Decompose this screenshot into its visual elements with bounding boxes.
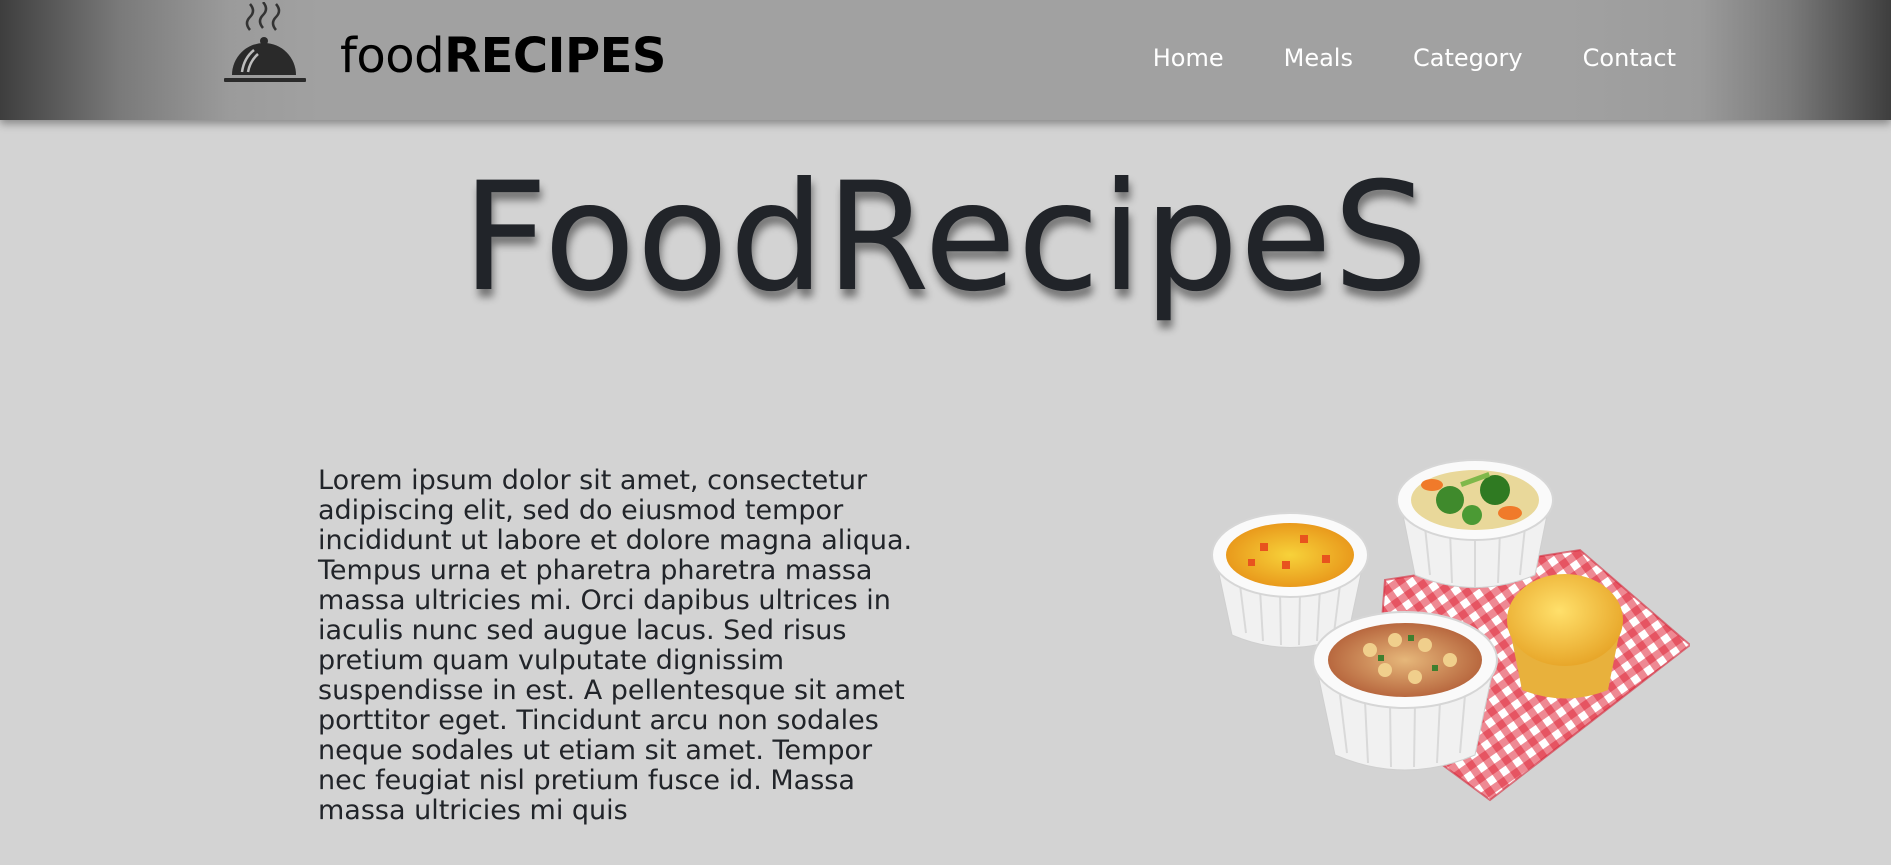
serving-cloche-icon[interactable] — [220, 2, 310, 88]
nav-link-contact[interactable]: Contact — [1583, 42, 1676, 74]
nav-link-meals[interactable]: Meals — [1284, 42, 1353, 74]
food-bowls-image — [1211, 459, 1690, 802]
intro-paragraph: Lorem ipsum dolor sit amet, consectetur … — [318, 465, 913, 826]
brand-logo-text[interactable]: foodRECIPES — [340, 26, 666, 86]
main-nav: Home Meals Category Contact — [1093, 42, 1676, 74]
brand-bold: RECIPES — [444, 28, 666, 84]
nav-link-category[interactable]: Category — [1413, 42, 1523, 74]
hero-title: FoodRecipeS — [461, 151, 1430, 325]
navbar: foodRECIPES Home Meals Category Contact — [0, 0, 1891, 120]
brand-light: food — [340, 28, 445, 84]
nav-link-home[interactable]: Home — [1153, 42, 1224, 74]
